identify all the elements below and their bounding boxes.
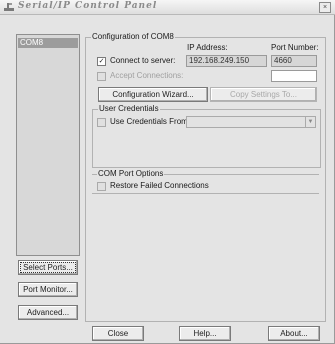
port-number-field[interactable]: 4660 — [271, 55, 317, 67]
restore-failed-connections-label: Restore Failed Connections — [110, 181, 209, 190]
list-item-com8[interactable]: COM8 — [18, 38, 78, 48]
advanced-label: Advanced... — [26, 308, 70, 317]
connect-to-server-checkbox[interactable]: ✓ — [97, 57, 106, 66]
about-button[interactable]: About... — [268, 326, 320, 341]
close-label: Close — [107, 329, 129, 338]
ip-address-header: IP Address: — [187, 43, 228, 52]
port-monitor-button[interactable]: Port Monitor... — [18, 282, 78, 297]
app-icon — [4, 3, 14, 11]
chevron-down-icon[interactable]: ▼ — [305, 117, 315, 127]
select-ports-label: Select Ports... — [23, 263, 73, 272]
port-number-header: Port Number: — [271, 43, 319, 52]
ip-address-field[interactable]: 192.168.249.150 — [186, 55, 267, 67]
close-window-button[interactable]: × — [319, 2, 331, 13]
port-monitor-label: Port Monitor... — [23, 285, 73, 294]
help-button[interactable]: Help... — [179, 326, 231, 341]
copy-settings-to-button[interactable]: Copy Settings To... — [210, 87, 317, 102]
close-icon: × — [322, 4, 328, 11]
about-label: About... — [280, 329, 308, 338]
com-port-options-bottom-line — [92, 193, 319, 194]
configuration-wizard-label: Configuration Wizard... — [112, 90, 194, 99]
copy-settings-to-label: Copy Settings To... — [230, 90, 297, 99]
title-bar[interactable]: Serial/IP Control Panel × — [0, 0, 335, 15]
close-button[interactable]: Close — [92, 326, 144, 341]
serial-ip-control-panel-window: Serial/IP Control Panel × COM8 Select Po… — [0, 0, 335, 344]
window-title: Serial/IP Control Panel — [18, 1, 158, 11]
configuration-wizard-button[interactable]: Configuration Wizard... — [98, 87, 208, 102]
select-ports-button[interactable]: Select Ports... — [18, 260, 78, 275]
configuration-group-label: Configuration of COM8 — [91, 32, 175, 42]
com-port-list[interactable]: COM8 — [16, 34, 80, 256]
restore-failed-connections-checkbox[interactable] — [97, 182, 106, 191]
user-credentials-group-label: User Credentials — [98, 104, 160, 114]
use-credentials-from-label: Use Credentials From: — [110, 117, 191, 126]
accept-port-field[interactable] — [271, 70, 317, 82]
checkmark-icon: ✓ — [98, 58, 105, 65]
advanced-button[interactable]: Advanced... — [18, 305, 78, 320]
accept-connections-checkbox[interactable] — [97, 72, 106, 81]
credentials-source-dropdown[interactable]: ▼ — [186, 116, 316, 128]
help-label: Help... — [193, 329, 217, 338]
accept-connections-label: Accept Connections: — [110, 71, 184, 80]
use-credentials-from-checkbox[interactable] — [97, 118, 106, 127]
com-port-options-label: COM Port Options — [97, 169, 165, 179]
connect-to-server-label: Connect to server: — [110, 56, 176, 65]
